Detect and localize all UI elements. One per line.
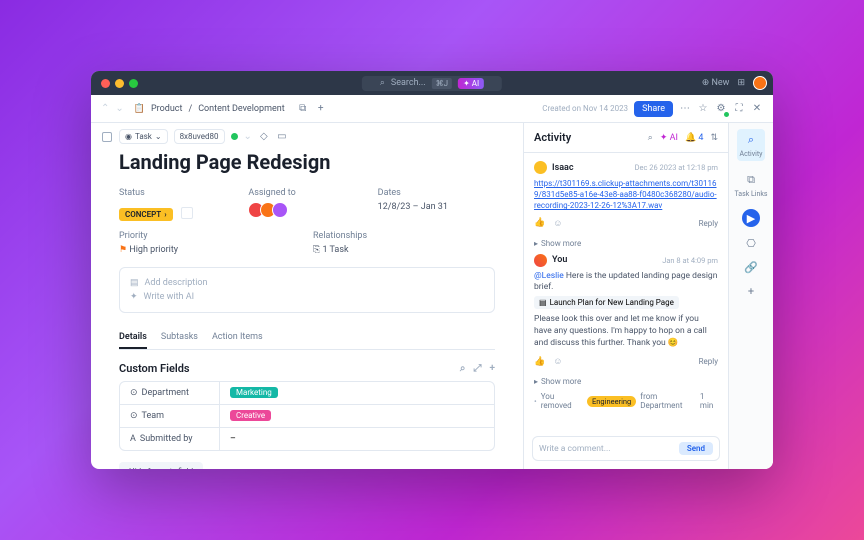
ai-badge[interactable]: ✦ AI [458, 78, 484, 89]
tabs: Details Subtasks Action Items [119, 327, 495, 350]
activity-icon: ⌕ [743, 132, 759, 148]
activity-panel: Activity ⌕ ✦ AI 🔔 4 ⇅ Isaac Dec 26 2023 … [523, 123, 728, 469]
chevron-down-icon[interactable]: ⌄ [115, 103, 123, 114]
traffic-lights [101, 79, 138, 88]
tag-icon[interactable]: ◇ [258, 131, 270, 143]
tab-action-items[interactable]: Action Items [212, 327, 263, 349]
notifications-icon[interactable]: 🔔 4 [685, 133, 704, 143]
avatar[interactable] [534, 254, 547, 267]
layout-icon[interactable] [102, 132, 112, 142]
search-shortcut: ⌘J [432, 78, 452, 89]
comment: You Jan 8 at 4:09 pm @Leslie Here is the… [534, 254, 718, 367]
assignees[interactable] [248, 202, 365, 218]
new-button[interactable]: ⊕ New [702, 78, 730, 88]
show-more[interactable]: ▸ Show more [534, 239, 718, 248]
send-button[interactable]: Send [679, 442, 713, 455]
sidebar-item-links[interactable]: ⧉ Task Links [732, 169, 771, 201]
github-icon[interactable]: ⎔ [743, 235, 759, 251]
reply-button[interactable]: Reply [699, 357, 718, 366]
status-check[interactable] [181, 207, 193, 219]
created-date: Created on Nov 14 2023 [542, 104, 628, 113]
app-window: ⌕ Search... ⌘J ✦ AI ⊕ New ⊞ ⌃ ⌄ 📋 Produc… [91, 71, 773, 469]
search-placeholder: Search... [391, 78, 426, 88]
filter-icon[interactable]: ⇅ [710, 133, 718, 143]
search-icon: ⌕ [380, 78, 385, 88]
doc-icon: ▤ [130, 278, 139, 288]
attachment-chip[interactable]: ▤ Launch Plan for New Landing Page [534, 296, 679, 309]
right-sidebar: ⌕ Activity ⧉ Task Links ▶ ⎔ 🔗 + [728, 123, 773, 469]
comment: Isaac Dec 26 2023 at 12:18 pm https://t3… [534, 161, 718, 229]
table-row[interactable]: ⊙ Department Marketing [120, 382, 494, 405]
table-row[interactable]: ⊙ Team Creative [120, 405, 494, 428]
close-icon[interactable]: ✕ [751, 103, 763, 115]
more-icon[interactable]: ⋯ [679, 103, 691, 115]
search-bar[interactable]: ⌕ Search... ⌘J ✦ AI [362, 76, 502, 91]
clip-icon[interactable]: ▶ [742, 209, 760, 227]
chevron-up-icon[interactable]: ⌃ [101, 103, 109, 114]
emoji-icon[interactable]: ☺ [553, 218, 562, 229]
user-avatar[interactable] [753, 76, 767, 90]
add-icon[interactable]: + [315, 103, 327, 115]
attachment-link[interactable]: https://t301169.s.clickup-attachments.co… [534, 179, 717, 210]
show-more[interactable]: ▸ Show more [534, 377, 718, 386]
copy-link-icon[interactable]: ⧉ [297, 103, 309, 115]
apps-icon[interactable]: ⊞ [737, 78, 745, 88]
like-icon[interactable]: 👍 [534, 357, 545, 367]
sidebar-item-activity[interactable]: ⌕ Activity [737, 129, 766, 161]
breadcrumb-space[interactable]: Product [151, 104, 182, 114]
settings-icon[interactable]: ⚙ [715, 103, 727, 115]
add-field-icon[interactable]: + [490, 363, 496, 374]
dates-value[interactable]: 12/8/23 – Jan 31 [378, 202, 495, 212]
task-type-pill[interactable]: ◉ Task ⌄ [119, 129, 168, 144]
titlebar-right: ⊕ New ⊞ [702, 76, 763, 90]
relationships-value[interactable]: ⎘ 1 Task [313, 245, 495, 255]
task-id-pill[interactable]: 8x8uved80 [174, 129, 225, 144]
table-row[interactable]: A Submitted by – [120, 428, 494, 450]
hide-fields-button[interactable]: Hide 1 empty field [119, 462, 203, 469]
activity-title: Activity [534, 131, 571, 144]
share-button[interactable]: Share [634, 101, 673, 117]
link-icon: ⧉ [743, 172, 759, 188]
minimize-window-icon[interactable] [115, 79, 124, 88]
maximize-window-icon[interactable] [129, 79, 138, 88]
emoji-icon[interactable]: ☺ [553, 356, 562, 367]
description-box[interactable]: ▤Add description ✦Write with AI [119, 267, 495, 313]
comment-input[interactable]: Write a comment... Send [532, 436, 720, 461]
search-fields-icon[interactable]: ⌕ [460, 363, 466, 374]
status-badge[interactable]: CONCEPT› [119, 208, 173, 221]
priority-value[interactable]: ⚑ High priority [119, 245, 301, 255]
tab-details[interactable]: Details [119, 327, 147, 349]
add-app-icon[interactable]: + [743, 283, 759, 299]
avatar[interactable] [272, 202, 288, 218]
tab-subtasks[interactable]: Subtasks [161, 327, 198, 349]
sparkle-icon: ✦ [130, 292, 138, 302]
search-activity-icon[interactable]: ⌕ [648, 133, 653, 143]
expand-icon[interactable]: ⛶ [733, 103, 745, 115]
ai-activity[interactable]: ✦ AI [660, 133, 678, 143]
mention[interactable]: @Leslie [534, 271, 564, 281]
avatar[interactable] [534, 161, 547, 174]
titlebar: ⌕ Search... ⌘J ✦ AI ⊕ New ⊞ [91, 71, 773, 95]
custom-fields-table: ⊙ Department Marketing ⊙ Team Creative A… [119, 381, 495, 451]
close-window-icon[interactable] [101, 79, 110, 88]
breadcrumb-folder[interactable]: Content Development [198, 104, 284, 114]
attach-icon[interactable]: 🔗 [743, 259, 759, 275]
main-panel: ◉ Task ⌄ 8x8uved80 ⌄ ◇ ▭ Landing Page Re… [91, 123, 523, 469]
subtask-icon[interactable]: ▭ [276, 131, 288, 143]
reply-button[interactable]: Reply [699, 219, 718, 228]
like-icon[interactable]: 👍 [534, 218, 545, 228]
expand-fields-icon[interactable]: ⤢ [474, 363, 482, 374]
system-message: • You removed Engineering from Departmen… [534, 392, 718, 410]
breadcrumb-bar: ⌃ ⌄ 📋 Product / Content Development ⧉ + … [91, 95, 773, 123]
task-title[interactable]: Landing Page Redesign [119, 150, 495, 174]
custom-fields-title: Custom Fields [119, 362, 190, 375]
status-dot-icon[interactable] [231, 133, 238, 140]
star-icon[interactable]: ☆ [697, 103, 709, 115]
flag-icon: ⚑ [119, 245, 127, 255]
